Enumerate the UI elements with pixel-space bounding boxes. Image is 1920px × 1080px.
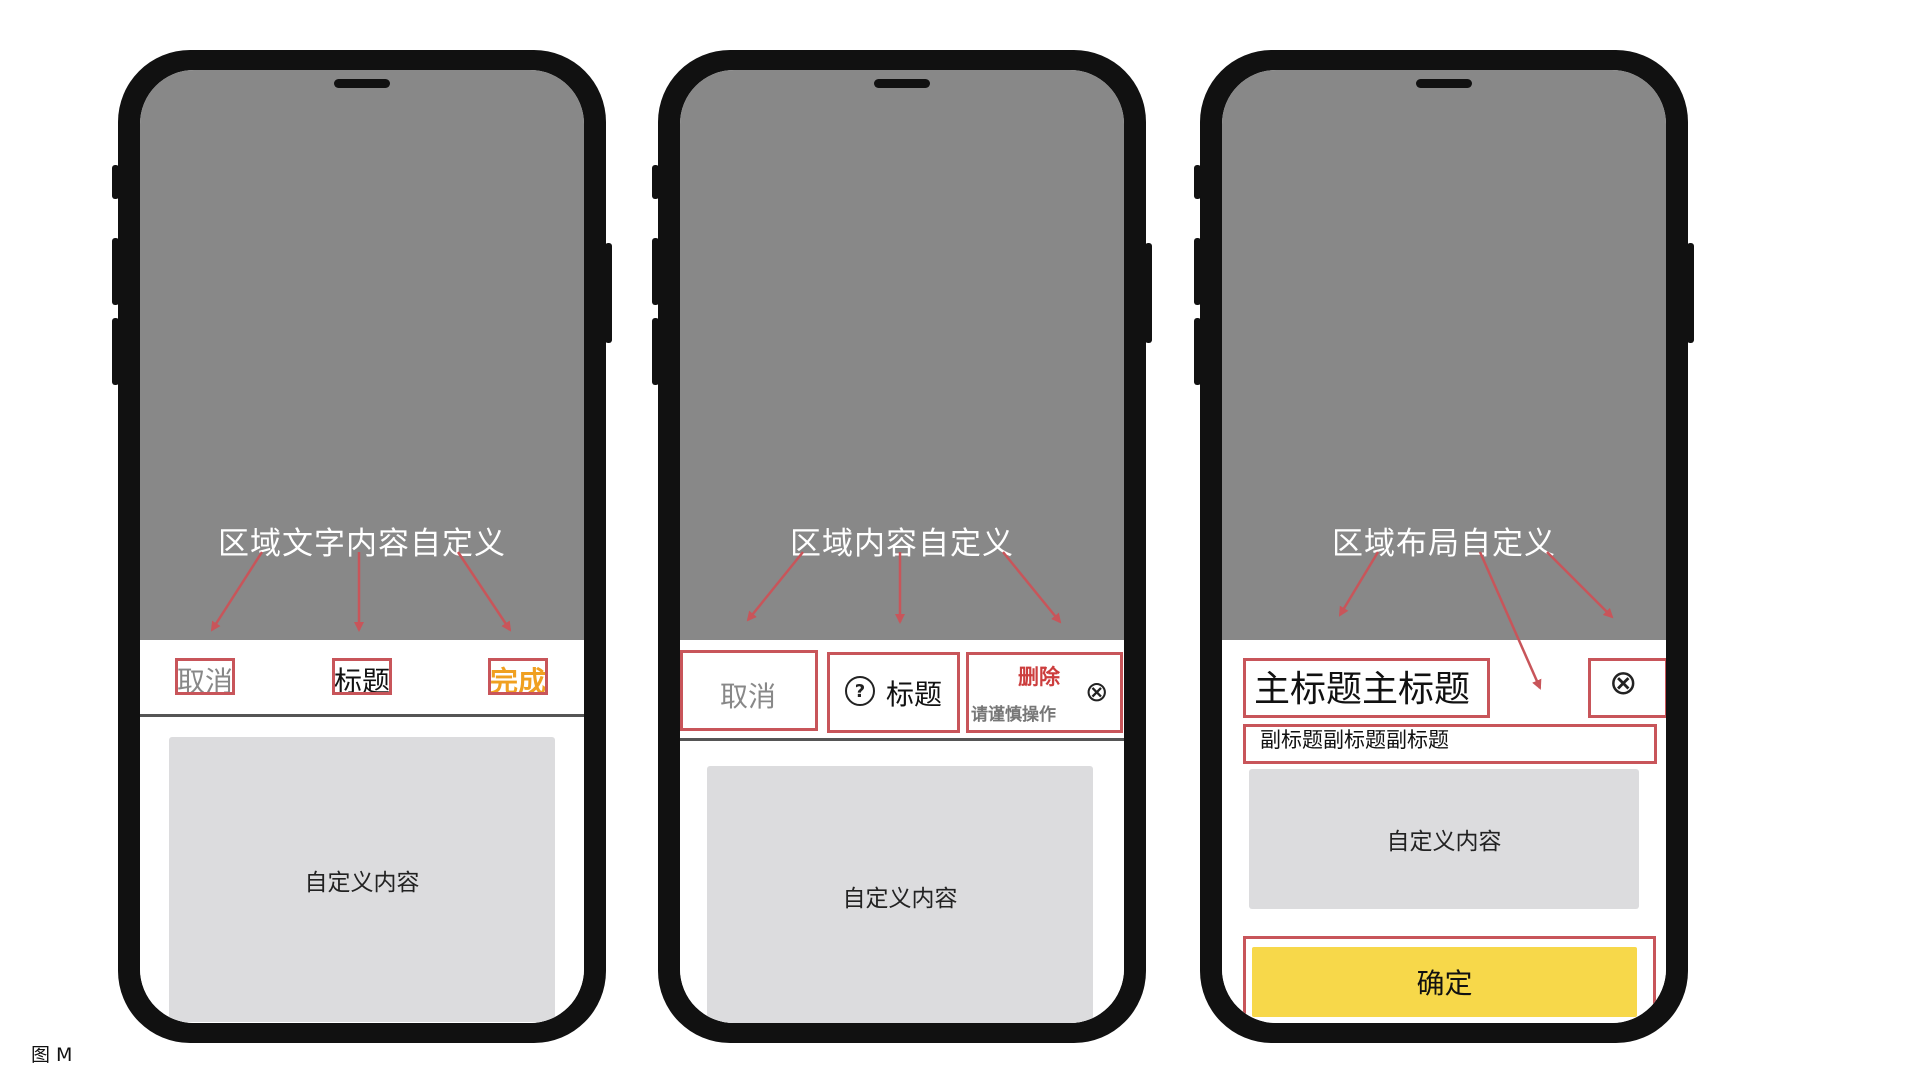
region-annotation-label: 区域布局自定义 (1332, 526, 1556, 562)
annotation-box-confirm (1243, 936, 1656, 1023)
custom-content-area: 自定义内容 (169, 737, 555, 1022)
speaker-notch (1416, 79, 1472, 88)
annotation-box-title (332, 658, 392, 695)
annotation-box-close (1588, 658, 1666, 718)
phone-mockup-1: 区域文字内容自定义 取消 标题 完成 自定义内容 (112, 50, 612, 1043)
annotation-box-action (966, 652, 1123, 733)
volume-down-button (1194, 318, 1201, 385)
header-divider (680, 738, 1124, 741)
power-button (1145, 243, 1152, 343)
custom-content-area: 自定义内容 (1249, 769, 1639, 909)
header-divider (140, 714, 584, 717)
bottom-sheet: 主标题主标题 ⊗ 副标题副标题副标题 自定义内容 确定 (1222, 640, 1666, 1023)
volume-up-button (652, 238, 659, 305)
mute-switch (652, 165, 659, 199)
phone-screen: 区域文字内容自定义 取消 标题 完成 自定义内容 (140, 70, 584, 1023)
custom-content-label: 自定义内容 (1386, 829, 1502, 855)
power-button (605, 243, 612, 343)
annotation-box-title (827, 652, 960, 733)
bottom-sheet: 取消 标题 完成 自定义内容 (140, 640, 584, 1023)
annotation-box-cancel (175, 658, 235, 695)
mute-switch (1194, 165, 1201, 199)
phone-mockup-3: 区域布局自定义 主标题主标题 ⊗ 副标题副标题副标题 自定义内容 确定 (1194, 50, 1694, 1043)
bottom-sheet: 取消 ? 标题 删除 请谨慎操作 ⊗ 自定义内容 (680, 640, 1124, 1023)
volume-up-button (112, 238, 119, 305)
custom-content-label: 自定义内容 (304, 869, 420, 896)
volume-up-button (1194, 238, 1201, 305)
region-annotation-label: 区域内容自定义 (790, 526, 1014, 562)
custom-content-area: 自定义内容 (707, 766, 1093, 1023)
mute-switch (112, 165, 119, 199)
speaker-notch (334, 79, 390, 88)
annotation-box-done (488, 658, 548, 695)
power-button (1687, 243, 1694, 343)
volume-down-button (112, 318, 119, 385)
phone-mockup-2: 区域内容自定义 取消 ? 标题 删除 请谨慎操作 ⊗ 自定义内容 (652, 50, 1152, 1043)
annotation-box-main-title (1243, 658, 1490, 718)
region-annotation-label: 区域文字内容自定义 (218, 526, 506, 562)
volume-down-button (652, 318, 659, 385)
figure-caption: 图 M (31, 1044, 73, 1066)
phone-screen: 区域内容自定义 取消 ? 标题 删除 请谨慎操作 ⊗ 自定义内容 (680, 70, 1124, 1023)
annotation-box-subtitle (1243, 724, 1657, 764)
annotation-box-cancel (680, 650, 818, 731)
speaker-notch (874, 79, 930, 88)
phone-screen: 区域布局自定义 主标题主标题 ⊗ 副标题副标题副标题 自定义内容 确定 (1222, 70, 1666, 1023)
custom-content-label: 自定义内容 (842, 886, 958, 912)
